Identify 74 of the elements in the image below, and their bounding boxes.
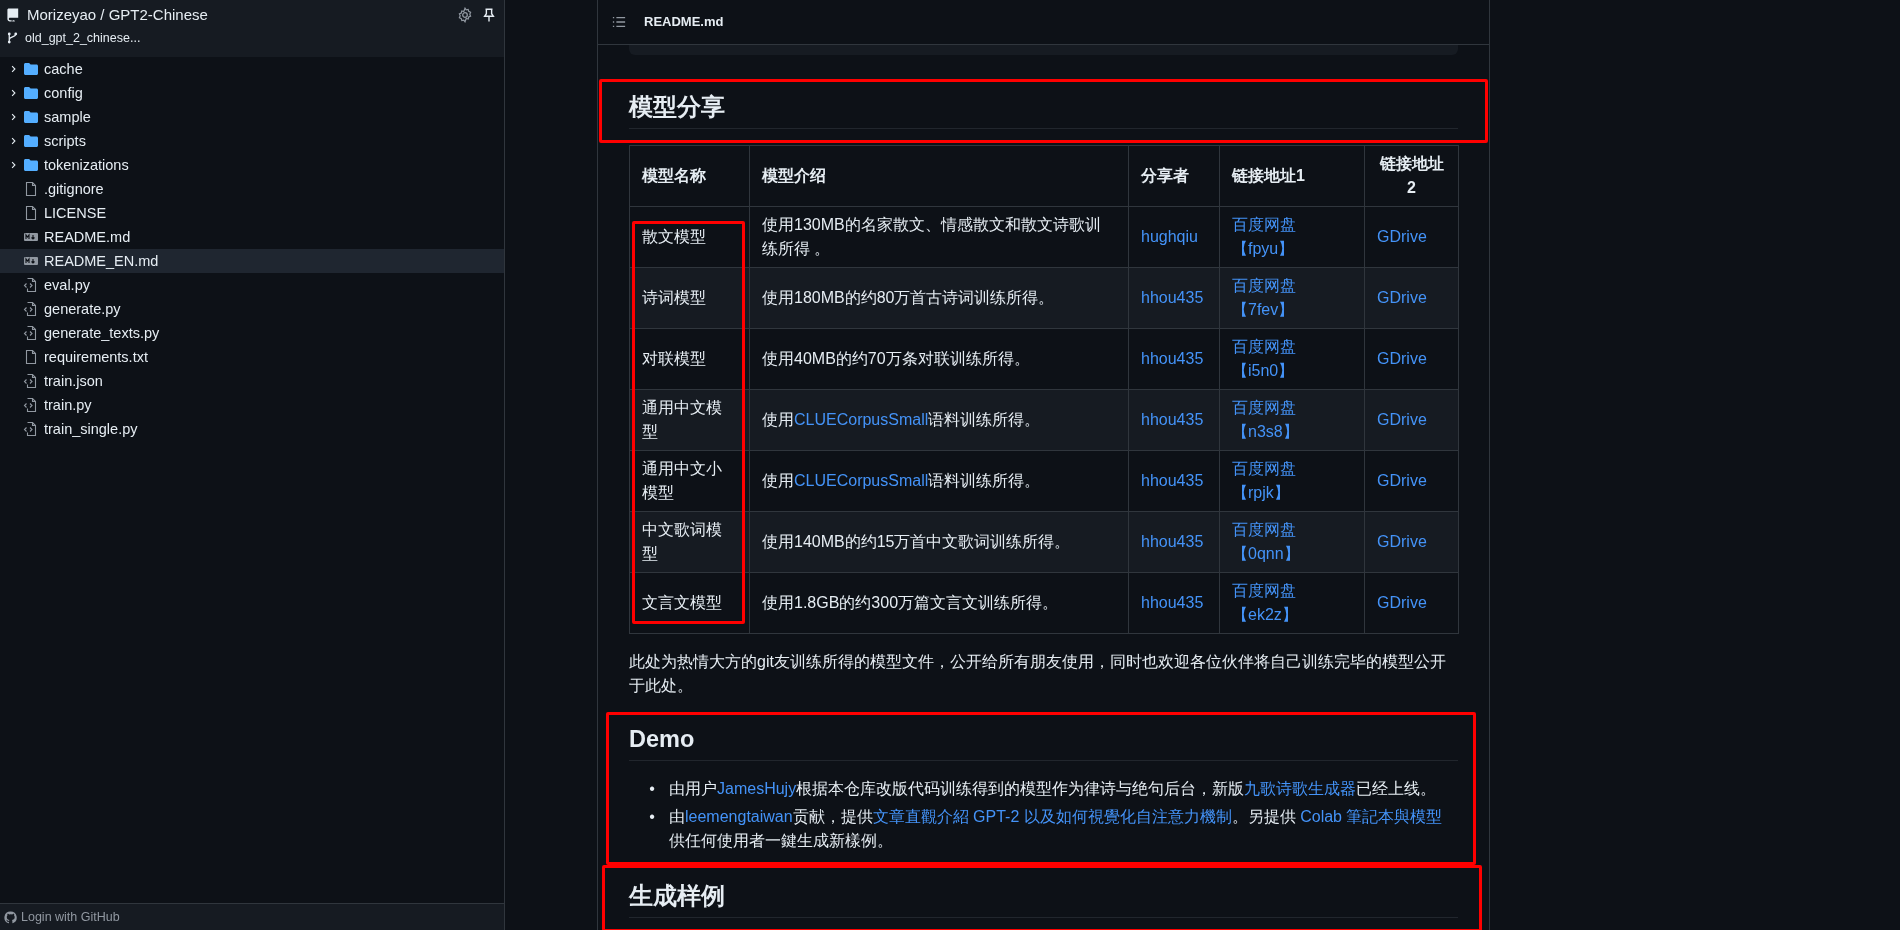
link[interactable]: CLUECorpusSmall bbox=[794, 472, 929, 489]
file-icon bbox=[23, 181, 39, 197]
file-tree-item[interactable]: requirements.txt bbox=[0, 345, 504, 369]
file-tree-item[interactable]: config bbox=[0, 81, 504, 105]
file-tree-item[interactable]: README_EN.md bbox=[0, 249, 504, 273]
pin-icon bbox=[482, 6, 496, 23]
code-file-icon bbox=[23, 301, 39, 317]
section-heading: 模型分享 bbox=[629, 92, 1458, 129]
folder-icon bbox=[23, 61, 39, 77]
column-header: 链接地址1 bbox=[1219, 145, 1365, 207]
file-tree-item[interactable]: train.json bbox=[0, 369, 504, 393]
file-tree-item[interactable]: train_single.py bbox=[0, 417, 504, 441]
table-cell: 对联模型 bbox=[629, 328, 750, 390]
link[interactable]: CLUECorpusSmall bbox=[794, 411, 929, 428]
github-logo-icon bbox=[4, 910, 17, 924]
file-icon bbox=[23, 205, 39, 221]
column-header: 链接地址2 bbox=[1364, 145, 1459, 207]
code-file-icon bbox=[23, 373, 39, 389]
gear-icon bbox=[457, 6, 473, 23]
table-cell: 通用中文小模型 bbox=[629, 450, 750, 512]
login-link[interactable]: Login with GitHub bbox=[21, 910, 120, 924]
table-cell: 使用40MB的约70万条对联训练所得。 bbox=[749, 328, 1129, 390]
table-cell: 使用1.8GB的约300万篇文言文训练所得。 bbox=[749, 572, 1129, 634]
table-cell: 散文模型 bbox=[629, 206, 750, 268]
bullet: • bbox=[648, 807, 656, 827]
list-icon bbox=[612, 15, 626, 29]
file-tree-item[interactable]: sample bbox=[0, 105, 504, 129]
repo-title[interactable]: Morizeyao / GPT2-Chinese bbox=[27, 6, 451, 23]
table-cell: 中文歌词模型 bbox=[629, 511, 750, 573]
file-tree-item[interactable]: eval.py bbox=[0, 273, 504, 297]
section-heading: 生成样例 bbox=[629, 881, 1458, 918]
branch-icon bbox=[6, 31, 19, 45]
file-tree-item[interactable]: README.md bbox=[0, 225, 504, 249]
file-tree-item[interactable]: generate_texts.py bbox=[0, 321, 504, 345]
link[interactable]: Colab 筆記本與模型 bbox=[1300, 808, 1443, 825]
file-tree-item[interactable]: tokenizations bbox=[0, 153, 504, 177]
link[interactable]: 文章直觀介紹 GPT-2 以及如何視覺化自注意力機制 bbox=[872, 808, 1232, 825]
file-tree-item[interactable]: scripts bbox=[0, 129, 504, 153]
section-heading: Demo bbox=[629, 724, 1458, 761]
table-cell: 使用140MB的约15万首中文歌词训练所得。 bbox=[749, 511, 1129, 573]
table-cell: 使用CLUECorpusSmall语料训练所得。 bbox=[749, 389, 1129, 451]
file-tree-item[interactable]: generate.py bbox=[0, 297, 504, 321]
file-tree-item[interactable]: .gitignore bbox=[0, 177, 504, 201]
repo-icon bbox=[6, 7, 21, 22]
column-header: 模型名称 bbox=[629, 145, 750, 207]
link[interactable]: leemengtaiwan bbox=[685, 808, 793, 825]
folder-icon bbox=[23, 133, 39, 149]
readme-title: README.md bbox=[644, 13, 724, 31]
column-header: 分享者 bbox=[1128, 145, 1220, 207]
folder-icon bbox=[23, 109, 39, 125]
file-tree-item[interactable]: cache bbox=[0, 57, 504, 81]
bullet: • bbox=[648, 779, 656, 799]
file-icon bbox=[23, 349, 39, 365]
list-item: 由leemengtaiwan贡献，提供文章直觀介紹 GPT-2 以及如何視覺化自注意力機制。另提供 Colab 筆記本與模型 供任何使用者一鍵生成新樣例。 bbox=[669, 807, 1444, 851]
file-tree-item[interactable]: train.py bbox=[0, 393, 504, 417]
folder-icon bbox=[23, 85, 39, 101]
column-header: 模型介绍 bbox=[749, 145, 1129, 207]
table-cell: 使用130MB的名家散文、情感散文和散文诗歌训练所得 。 bbox=[749, 206, 1129, 268]
code-file-icon bbox=[23, 421, 39, 437]
table-cell: 诗词模型 bbox=[629, 267, 750, 329]
table-cell: 使用180MB的约80万首古诗词训练所得。 bbox=[749, 267, 1129, 329]
code-file-icon bbox=[23, 397, 39, 413]
paragraph: 此处为热情大方的git友训练所得的模型文件，公开给所有朋友使用，同时也欢迎各位伙伴将自己训练完毕的模型公开于此处。 bbox=[629, 652, 1447, 696]
code-file-icon bbox=[23, 325, 39, 341]
table-cell: 使用CLUECorpusSmall语料训练所得。 bbox=[749, 450, 1129, 512]
folder-icon bbox=[23, 157, 39, 173]
link[interactable]: JamesHujy bbox=[717, 780, 797, 797]
list-item: 由用户JamesHujy根据本仓库改版代码训练得到的模型作为律诗与绝句后台，新版九歌诗歌生成器已经上线。 bbox=[669, 779, 1438, 799]
table-cell: 文言文模型 bbox=[629, 572, 750, 634]
link[interactable]: 九歌诗歌生成器 bbox=[1244, 780, 1357, 797]
table-cell: 通用中文模型 bbox=[629, 389, 750, 451]
branch-name[interactable]: old_gpt_2_chinese... bbox=[25, 31, 141, 45]
file-tree-item[interactable]: LICENSE bbox=[0, 201, 504, 225]
code-file-icon bbox=[23, 277, 39, 293]
